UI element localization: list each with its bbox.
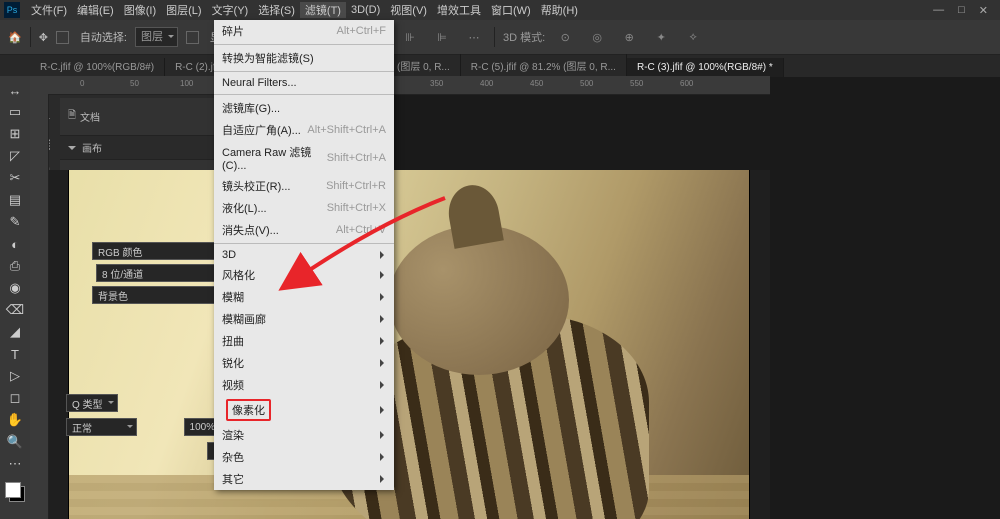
3d-icon-3[interactable]: ⊕ bbox=[617, 25, 641, 49]
doc-tab-3[interactable]: R-C (5).jfif @ 81.2% (图层 0, R... bbox=[461, 54, 627, 77]
filter-adaptive-wide[interactable]: 自适应广角(A)...Alt+Shift+Ctrl+A bbox=[214, 119, 394, 141]
frame-tool[interactable]: ▤ bbox=[4, 190, 26, 210]
filter-menu: 碎片Alt+Ctrl+F 转换为智能滤镜(S) Neural Filters..… bbox=[214, 20, 394, 490]
ruler-vertical bbox=[30, 94, 49, 519]
ruler-horizontal: 050100150200250300350400450500550600 bbox=[30, 76, 770, 95]
filter-video[interactable]: 视频 bbox=[214, 374, 394, 396]
filter-sharpen[interactable]: 锐化 bbox=[214, 352, 394, 374]
show-transform-checkbox[interactable] bbox=[186, 31, 199, 44]
3d-icon-5[interactable]: ⟡ bbox=[681, 25, 705, 49]
color-swatches[interactable] bbox=[5, 482, 25, 502]
menu-view[interactable]: 视图(V) bbox=[385, 2, 432, 18]
3d-icon-2[interactable]: ◎ bbox=[585, 25, 609, 49]
heal-tool[interactable]: ◐ bbox=[4, 234, 26, 254]
eraser-tool[interactable]: ⌫ bbox=[4, 300, 26, 320]
filter-other[interactable]: 其它 bbox=[214, 468, 394, 490]
filter-blur[interactable]: 模糊 bbox=[214, 286, 394, 308]
filter-3d[interactable]: 3D bbox=[214, 246, 394, 264]
menu-3d[interactable]: 3D(D) bbox=[346, 4, 385, 16]
window-min-icon[interactable]: — bbox=[933, 4, 944, 17]
document-tabs: R-C.jfif @ 100%(RGB/8#) R-C (2).jfif @ 1… bbox=[0, 55, 1000, 77]
eyedropper-tool[interactable]: ✎ bbox=[4, 212, 26, 232]
filter-render[interactable]: 渲染 bbox=[214, 424, 394, 446]
shape-tool[interactable]: ◻ bbox=[4, 388, 26, 408]
options-bar: 🏠 ✥ 自动选择: 图层 显示变换控件 ≡ ⫴ ⫿ ⊪ ⊫ ⋯ 3D 模式: ⊙… bbox=[0, 20, 1000, 55]
tools-panel: ↔ ▭ ⊞ ◸ ✂ ▤ ✎ ◐ ⎙ ◉ ⌫ ◢ T ▷ ◻ ✋ 🔍 ⋯ bbox=[0, 76, 30, 519]
crop-tool[interactable]: ✂ bbox=[4, 168, 26, 188]
auto-select-dropdown[interactable]: 图层 bbox=[135, 27, 178, 47]
canvas-image bbox=[69, 170, 749, 519]
window-max-icon[interactable]: □ bbox=[958, 4, 965, 17]
menubar: Ps 文件(F) 编辑(E) 图像(I) 图层(L) 文字(Y) 选择(S) 滤… bbox=[0, 0, 1000, 20]
filter-distort[interactable]: 扭曲 bbox=[214, 330, 394, 352]
path-tool[interactable]: ▷ bbox=[4, 366, 26, 386]
home-icon[interactable]: 🏠 bbox=[8, 31, 22, 44]
filter-blur-gallery[interactable]: 模糊画廊 bbox=[214, 308, 394, 330]
menu-plugins[interactable]: 增效工具 bbox=[432, 2, 486, 18]
filter-convert-smart[interactable]: 转换为智能滤镜(S) bbox=[214, 47, 394, 69]
filter-liquify[interactable]: 液化(L)...Shift+Ctrl+X bbox=[214, 197, 394, 219]
filter-noise[interactable]: 杂色 bbox=[214, 446, 394, 468]
blend-mode-dropdown[interactable]: 正常 bbox=[66, 418, 137, 436]
lasso-tool[interactable]: ⊞ bbox=[4, 124, 26, 144]
type-tool[interactable]: T bbox=[4, 344, 26, 364]
filter-stylize[interactable]: 风格化 bbox=[214, 264, 394, 286]
move-tool[interactable]: ↔ bbox=[4, 80, 26, 100]
doc-tab-4[interactable]: R-C (3).jfif @ 100%(RGB/8#) * bbox=[627, 58, 784, 77]
filter-last[interactable]: 碎片Alt+Ctrl+F bbox=[214, 20, 394, 42]
menu-file[interactable]: 文件(F) bbox=[26, 2, 72, 18]
menu-window[interactable]: 窗口(W) bbox=[486, 2, 536, 18]
3d-icon-1[interactable]: ⊙ bbox=[553, 25, 577, 49]
hand-tool[interactable]: ✋ bbox=[4, 410, 26, 430]
gradient-tool[interactable]: ◢ bbox=[4, 322, 26, 342]
filter-pixelate[interactable]: 像素化 bbox=[214, 396, 394, 424]
window-close-icon[interactable]: ✕ bbox=[979, 4, 988, 17]
filter-vanishing-point[interactable]: 消失点(V)...Alt+Ctrl+V bbox=[214, 219, 394, 241]
doc-tab-0[interactable]: R-C.jfif @ 100%(RGB/8#) bbox=[30, 58, 165, 77]
wand-tool[interactable]: ◸ bbox=[4, 146, 26, 166]
menu-filter[interactable]: 滤镜(T) bbox=[300, 2, 346, 18]
menu-type[interactable]: 文字(Y) bbox=[207, 2, 254, 18]
menu-image[interactable]: 图像(I) bbox=[119, 2, 161, 18]
move-tool-icon[interactable]: ✥ bbox=[39, 31, 48, 44]
auto-select-checkbox[interactable] bbox=[56, 31, 69, 44]
filter-gallery[interactable]: 滤镜库(G)... bbox=[214, 97, 394, 119]
more-icon[interactable]: ⋯ bbox=[462, 25, 486, 49]
more-tools[interactable]: ⋯ bbox=[4, 454, 26, 474]
menu-help[interactable]: 帮助(H) bbox=[536, 2, 583, 18]
app-logo: Ps bbox=[4, 2, 20, 18]
auto-select-label: 自动选择: bbox=[80, 29, 127, 45]
3d-mode-label: 3D 模式: bbox=[503, 29, 545, 45]
menu-edit[interactable]: 编辑(E) bbox=[72, 2, 119, 18]
distribute-icon-2[interactable]: ⊫ bbox=[430, 25, 454, 49]
filter-lens-correction[interactable]: 镜头校正(R)...Shift+Ctrl+R bbox=[214, 175, 394, 197]
3d-icon-4[interactable]: ✦ bbox=[649, 25, 673, 49]
document-label: 文档 bbox=[80, 109, 100, 124]
stamp-tool[interactable]: ◉ bbox=[4, 278, 26, 298]
zoom-tool[interactable]: 🔍 bbox=[4, 432, 26, 452]
menu-select[interactable]: 选择(S) bbox=[253, 2, 300, 18]
document-icon: 🗎 bbox=[68, 108, 76, 125]
filter-camera-raw[interactable]: Camera Raw 滤镜(C)...Shift+Ctrl+A bbox=[214, 141, 394, 175]
filter-neural[interactable]: Neural Filters... bbox=[214, 74, 394, 92]
canvas-area[interactable] bbox=[48, 170, 770, 519]
brush-tool[interactable]: ⎙ bbox=[4, 256, 26, 276]
layer-kind-dropdown[interactable]: Q 类型 bbox=[66, 394, 118, 412]
distribute-icon-1[interactable]: ⊪ bbox=[398, 25, 422, 49]
marquee-tool[interactable]: ▭ bbox=[4, 102, 26, 122]
menu-layer[interactable]: 图层(L) bbox=[161, 2, 206, 18]
